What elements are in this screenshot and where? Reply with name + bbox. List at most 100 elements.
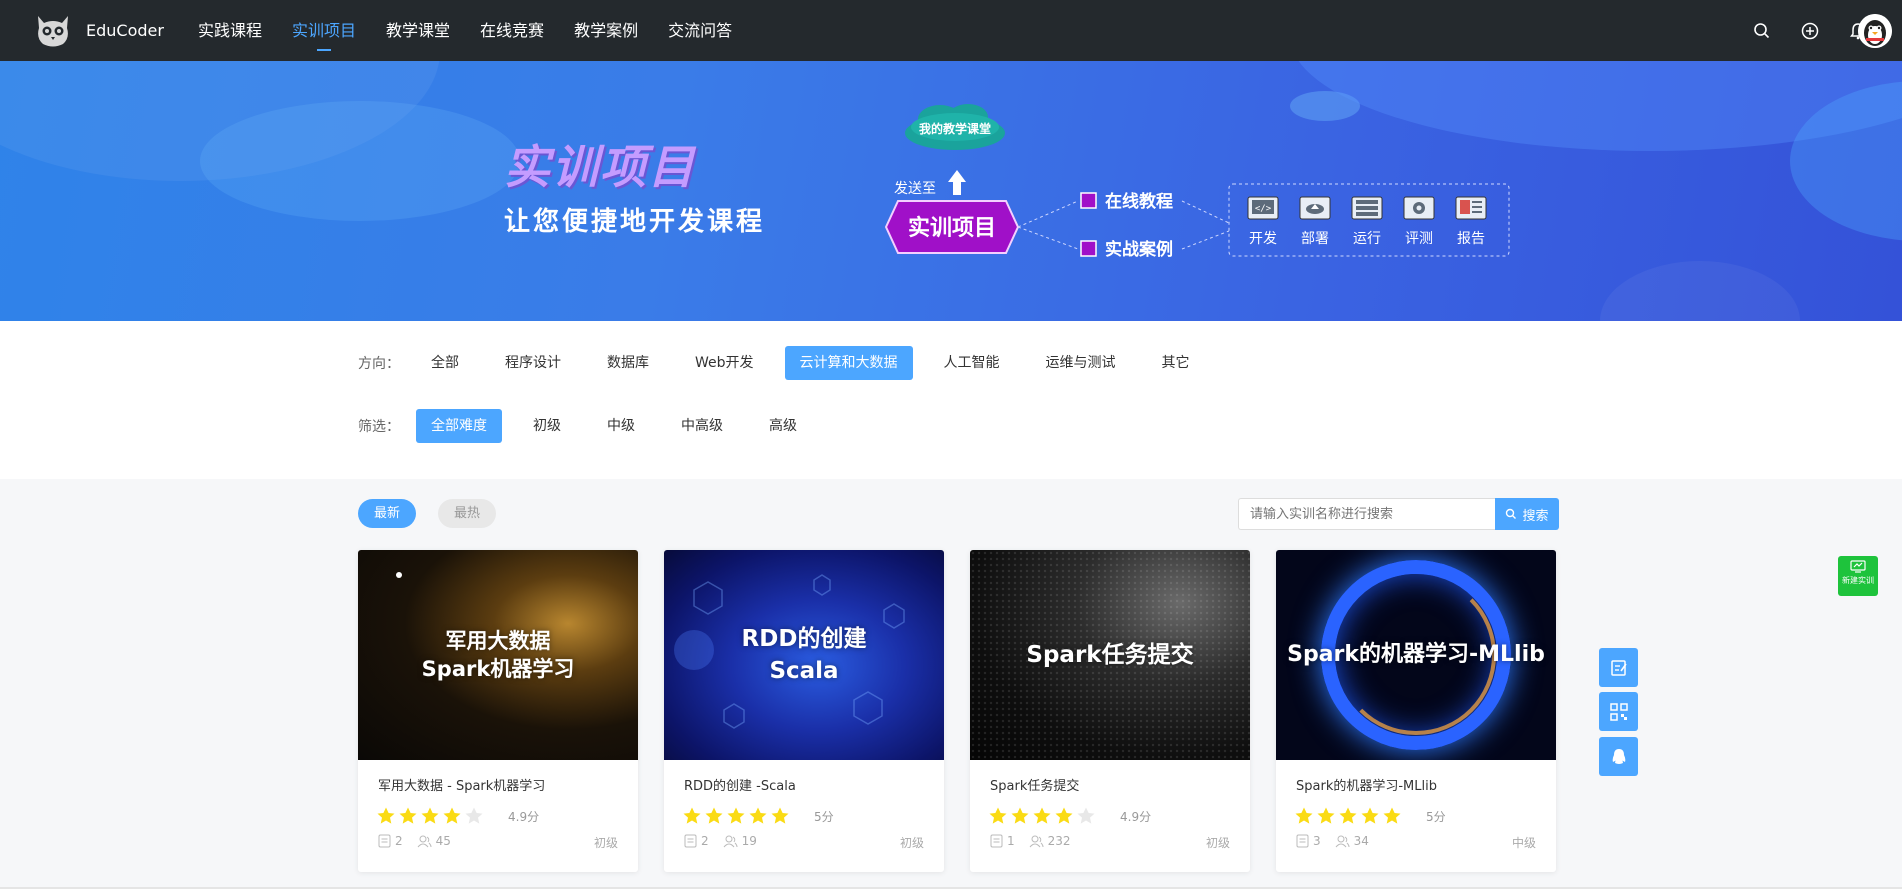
learner-count: 34 — [1353, 834, 1369, 848]
feature-run: 运行 — [1353, 231, 1381, 247]
direction-database[interactable]: 数据库 — [592, 346, 664, 380]
difficulty-label: 筛选： — [358, 419, 400, 435]
feedback-button[interactable] — [1599, 648, 1638, 687]
sort-newest-button[interactable]: 最新 — [358, 499, 417, 528]
star-filled-icon — [1033, 807, 1051, 824]
banner-diagram: 我的教学课堂 发送至 实训项目 在线教程 实战案例 </> 开发 部署 运行 评… — [884, 104, 1510, 260]
card-title[interactable]: 军用大数据 - Spark机器学习 — [378, 775, 545, 794]
new-project-label: 新建实训 — [1842, 576, 1874, 585]
search-icon — [1506, 508, 1517, 519]
nav-link-forum[interactable]: 交流问答 — [668, 0, 732, 61]
stage-count: 2 — [395, 834, 403, 848]
difficulty-all[interactable]: 全部难度 — [416, 409, 502, 443]
star-filled-icon — [1295, 807, 1313, 824]
plus-circle-icon[interactable] — [1800, 21, 1820, 41]
sort-hottest-button[interactable]: 最热 — [438, 499, 497, 528]
nav-link-practice-courses[interactable]: 实践课程 — [198, 0, 262, 61]
nav-link-competitions[interactable]: 在线竞赛 — [480, 0, 544, 61]
learners-icon — [417, 835, 432, 847]
card-cover-text: Spark任务提交 — [1026, 642, 1194, 668]
difficulty-beginner[interactable]: 初级 — [518, 409, 576, 443]
feature-develop: 开发 — [1249, 231, 1277, 247]
search-button[interactable]: 搜索 — [1495, 498, 1559, 530]
difficulty-intermediate[interactable]: 中级 — [592, 409, 650, 443]
star-filled-icon — [1361, 807, 1379, 824]
qrcode-button[interactable] — [1599, 692, 1638, 731]
star-filled-icon — [1011, 807, 1029, 824]
card-meta: 1 232 — [990, 834, 1085, 848]
qrcode-icon — [1609, 702, 1628, 721]
direction-ops-testing[interactable]: 运维与测试 — [1031, 346, 1131, 380]
star-filled-icon — [1383, 807, 1401, 824]
project-card[interactable]: 军用大数据 Spark机器学习 军用大数据 - Spark机器学习 4.9分 2… — [358, 550, 638, 872]
new-project-button[interactable]: 新建实训 — [1838, 556, 1878, 596]
direction-all[interactable]: 全部 — [416, 346, 474, 380]
top-nav: EduCoder 实践课程 实训项目 教学课堂 在线竞赛 教学案例 交流问答 — [0, 0, 1902, 61]
nav-link-training-projects[interactable]: 实训项目 — [292, 0, 356, 61]
direction-web[interactable]: Web开发 — [680, 346, 769, 380]
nav-link-classroom[interactable]: 教学课堂 — [386, 0, 450, 61]
learner-count: 45 — [435, 834, 451, 848]
stages-icon — [1296, 834, 1309, 848]
report-icon — [1455, 196, 1487, 220]
branch-practical-cases: 实战案例 — [1105, 239, 1173, 260]
rating-stars — [376, 806, 486, 826]
qq-button[interactable] — [1599, 737, 1638, 776]
feature-evaluate: 评测 — [1405, 231, 1433, 247]
feature-deploy: 部署 — [1301, 231, 1329, 247]
search-icon[interactable] — [1752, 21, 1772, 41]
stages-icon — [684, 834, 697, 848]
card-level: 中级 — [1511, 836, 1536, 850]
card-title[interactable]: Spark任务提交 — [990, 775, 1079, 794]
star-filled-icon — [399, 807, 417, 824]
star-empty-icon — [1077, 807, 1095, 824]
cloud-label: 我的教学课堂 — [919, 121, 991, 136]
card-cover-text: RDD的创建 Scala — [741, 626, 867, 684]
brand-logo[interactable]: EduCoder — [34, 12, 164, 48]
banner-subtitle: 让您便捷地开发课程 — [504, 207, 766, 237]
star-filled-icon — [989, 807, 1007, 824]
direction-cloud-bigdata[interactable]: 云计算和大数据 — [784, 346, 913, 380]
project-card[interactable]: Spark任务提交 Spark任务提交 4.9分 1 232 初级 — [970, 550, 1250, 872]
direction-other[interactable]: 其它 — [1147, 346, 1205, 380]
stage-count: 3 — [1313, 834, 1321, 848]
penguin-avatar-icon — [1858, 14, 1892, 48]
banner-title: 实训项目 — [504, 140, 696, 194]
direction-label: 方向： — [358, 356, 400, 372]
direction-programming[interactable]: 程序设计 — [490, 346, 576, 380]
monitor-code-icon: </> — [1247, 196, 1279, 220]
learner-count: 19 — [741, 834, 757, 848]
svg-text:</>: </> — [1255, 204, 1272, 214]
search-input[interactable] — [1238, 498, 1495, 530]
card-cover-image[interactable]: RDD的创建 Scala — [664, 550, 944, 760]
star-filled-icon — [443, 807, 461, 824]
card-title[interactable]: Spark的机器学习-MLlib — [1296, 775, 1437, 794]
difficulty-upper-intermediate[interactable]: 中高级 — [666, 409, 738, 443]
gear-test-icon — [1403, 196, 1435, 220]
card-score: 5分 — [1426, 810, 1446, 824]
direction-ai[interactable]: 人工智能 — [929, 346, 1015, 380]
card-score: 5分 — [814, 810, 834, 824]
server-run-icon — [1351, 196, 1383, 220]
card-title[interactable]: RDD的创建 -Scala — [684, 775, 796, 794]
card-level: 初级 — [899, 836, 924, 850]
star-filled-icon — [771, 807, 789, 824]
star-filled-icon — [727, 807, 745, 824]
project-card[interactable]: Spark的机器学习-MLlib Spark的机器学习-MLlib 5分 3 3… — [1276, 550, 1556, 872]
project-card[interactable]: RDD的创建 Scala RDD的创建 -Scala 5分 2 19 初级 — [664, 550, 944, 872]
rating-stars — [682, 806, 792, 826]
nav-link-cases[interactable]: 教学案例 — [574, 0, 638, 61]
difficulty-advanced[interactable]: 高级 — [754, 409, 812, 443]
banner-blob — [1600, 261, 1800, 321]
card-cover-image[interactable]: Spark的机器学习-MLlib — [1276, 550, 1556, 760]
card-cover-image[interactable]: 军用大数据 Spark机器学习 — [358, 550, 638, 760]
qq-penguin-icon — [1612, 748, 1625, 764]
user-avatar[interactable] — [1858, 14, 1892, 48]
star-filled-icon — [377, 807, 395, 824]
brand-name: EduCoder — [86, 20, 164, 40]
star-filled-icon — [1317, 807, 1335, 824]
learners-icon — [1029, 835, 1044, 847]
branch-online-tutorial: 在线教程 — [1105, 191, 1173, 212]
card-cover-image[interactable]: Spark任务提交 — [970, 550, 1250, 760]
difficulty-filter-row: 筛选： 全部难度 初级 中级 中高级 高级 — [358, 409, 828, 443]
